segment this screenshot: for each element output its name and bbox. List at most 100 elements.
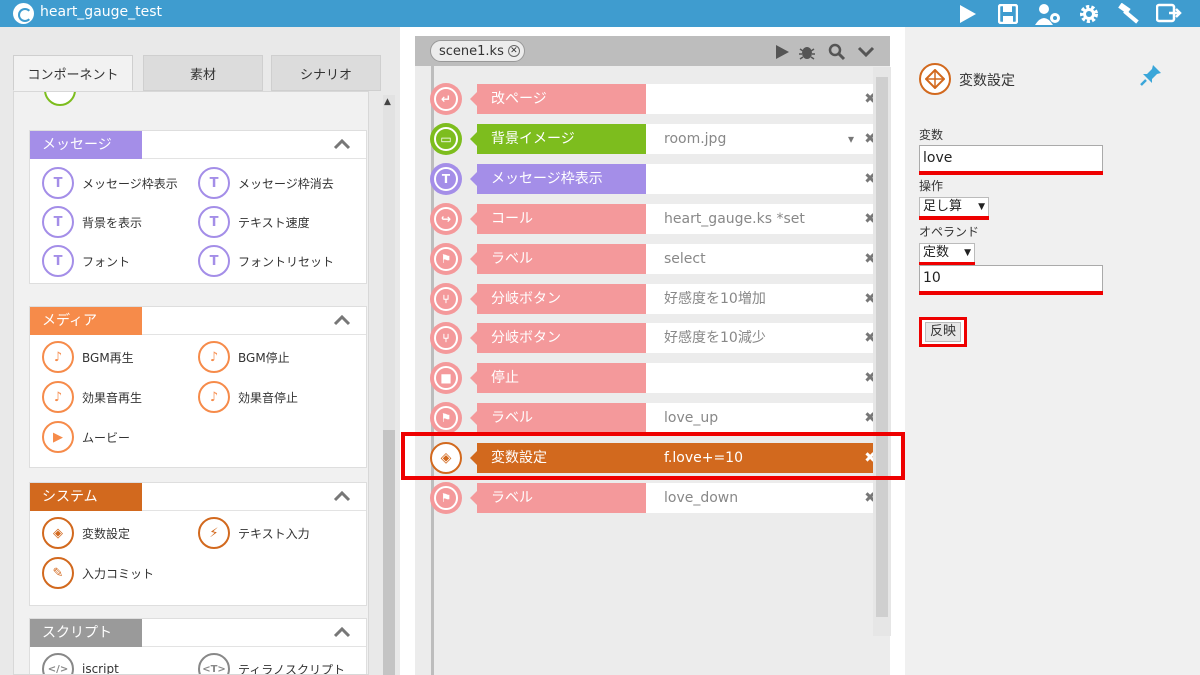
scene-row[interactable]: T メッセージ枠表示 ✖ <box>430 163 890 195</box>
operation-select[interactable]: 足し算 ▼ <box>919 197 989 217</box>
scene-row[interactable]: ▭ 背景イメージ room.jpg ▾ ✖ <box>430 123 890 155</box>
category-system: システム ◈ 変数設定 ⚡ テキスト入力 ✎ 入力コミット <box>29 482 367 606</box>
annotation-underline <box>919 216 989 220</box>
user-settings-icon[interactable] <box>1035 1 1061 27</box>
panel-title: 変数設定 <box>959 73 1015 89</box>
scene-row[interactable]: ↵ 改ページ ✖ <box>430 83 890 115</box>
scene-row[interactable]: ↪ コール heart_gauge.ks *set ✖ <box>430 203 890 235</box>
category-title: メッセージ <box>30 131 142 159</box>
code-icon: </> <box>42 653 74 674</box>
component-item[interactable]: T フォントリセット <box>198 245 334 277</box>
close-icon[interactable]: ✕ <box>507 45 520 57</box>
scene-row[interactable]: ⑂ 分岐ボタン 好感度を10増加 ✖ <box>430 283 890 315</box>
scene-row[interactable]: ⚑ ラベル select ✖ <box>430 243 890 275</box>
scene-tab[interactable]: scene1.ks ✕ <box>430 40 525 62</box>
category-media: メディア ♪ BGM再生 ♪ BGM停止 ♪ 効果音再生 ♪ 効果音停止 ▶ ム… <box>29 306 367 468</box>
operand-type-select[interactable]: 定数 ▼ <box>919 243 975 263</box>
app-title: heart_gauge_test <box>40 4 163 20</box>
gear-icon[interactable] <box>1076 1 1102 27</box>
pin-icon[interactable] <box>1139 63 1163 87</box>
stop-icon: ■ <box>430 362 462 394</box>
save-icon[interactable] <box>995 1 1021 27</box>
scroll-up-icon[interactable]: ▲ <box>384 97 391 107</box>
component-item[interactable]: ♪ 効果音再生 <box>42 381 142 413</box>
scene-header: scene1.ks ✕ <box>415 36 890 66</box>
component-item[interactable]: ♪ 効果音停止 <box>198 381 298 413</box>
search-icon[interactable] <box>828 43 846 61</box>
flag-icon: ⚑ <box>430 243 462 275</box>
component-item[interactable]: T メッセージ枠消去 <box>198 167 334 199</box>
category-script: スクリプト </> iscript <T> ティラノスクリプト <box>29 618 367 674</box>
chevron-down-icon[interactable]: ▾ <box>848 124 854 154</box>
scrollbar-thumb[interactable] <box>876 77 888 617</box>
scene-row[interactable]: ⑂ 分岐ボタン 好感度を10減少 ✖ <box>430 322 890 354</box>
component-item[interactable]: </> iscript <box>42 653 119 674</box>
chevron-up-icon[interactable] <box>332 134 352 154</box>
apply-button-highlight: 反映 <box>919 317 967 347</box>
title-bar: heart_gauge_test <box>0 0 1200 27</box>
annotation-underline <box>919 291 1103 295</box>
play-icon[interactable] <box>954 1 980 27</box>
palette-scrollbar[interactable]: ▲ <box>383 95 395 675</box>
text-speed-icon: T <box>198 206 230 238</box>
scene-scrollbar[interactable] <box>873 67 891 636</box>
chevron-down-icon[interactable] <box>857 43 875 61</box>
component-item[interactable]: T テキスト速度 <box>198 206 310 238</box>
component-item[interactable]: ✎ 入力コミット <box>42 557 154 589</box>
bug-icon[interactable] <box>798 43 816 61</box>
scene-row[interactable]: ⚑ ラベル love_down ✖ <box>430 482 890 514</box>
chevron-up-icon[interactable] <box>332 622 352 642</box>
se-play-icon: ♪ <box>42 381 74 413</box>
play-icon[interactable] <box>773 43 791 61</box>
scene-editor: scene1.ks ✕ ↵ 改ページ ✖ ▭ 背景イメージ room.jpg ▾… <box>400 27 905 675</box>
tab-components[interactable]: コンポーネント <box>13 55 133 91</box>
scene-row[interactable]: ■ 停止 ✖ <box>430 362 890 394</box>
component-item[interactable]: T 背景を表示 <box>42 206 142 238</box>
category-title: システム <box>30 483 142 511</box>
bgm-play-icon: ♪ <box>42 341 74 373</box>
component-palette: メッセージ T メッセージ枠表示 T メッセージ枠消去 T 背景を表示 T テキ… <box>13 91 369 675</box>
scene-timeline: ↵ 改ページ ✖ ▭ 背景イメージ room.jpg ▾ ✖ T メッセージ枠表… <box>415 66 890 675</box>
category-message: メッセージ T メッセージ枠表示 T メッセージ枠消去 T 背景を表示 T テキ… <box>29 130 367 284</box>
operand-input[interactable]: 10 <box>919 265 1103 292</box>
category-title: スクリプト <box>30 619 142 647</box>
chevron-up-icon[interactable] <box>332 486 352 506</box>
component-item[interactable]: ⚡ テキスト入力 <box>198 517 310 549</box>
apply-button[interactable]: 反映 <box>925 322 961 342</box>
component-item[interactable]: ♪ BGM停止 <box>198 341 290 373</box>
variable-label: 変数 <box>919 128 944 142</box>
component-panel: コンポーネント 素材 シナリオ メッセージ T メッセージ枠表示 T メッセージ… <box>0 27 400 675</box>
flag-icon: ⚑ <box>430 482 462 514</box>
dropdown-arrow-icon: ▼ <box>978 202 985 212</box>
app-logo-icon <box>13 3 34 24</box>
tab-assets[interactable]: 素材 <box>143 55 263 91</box>
branch-icon: ⑂ <box>430 322 462 354</box>
tag-t-icon: <T> <box>198 653 230 674</box>
plug-icon: ✎ <box>42 557 74 589</box>
component-item[interactable]: <T> ティラノスクリプト <box>198 653 345 674</box>
image-icon: ▭ <box>430 123 462 155</box>
tab-scenario[interactable]: シナリオ <box>271 55 381 91</box>
scene-row[interactable]: ⚑ ラベル love_up ✖ <box>430 402 890 434</box>
panel-tabs: コンポーネント 素材 シナリオ <box>13 55 381 91</box>
chevron-up-icon[interactable] <box>332 310 352 330</box>
scrollbar-thumb[interactable] <box>383 430 395 675</box>
component-item[interactable]: ▶ ムービー <box>42 421 130 453</box>
export-icon[interactable] <box>1156 1 1182 27</box>
flag-icon: ⚑ <box>430 402 462 434</box>
variable-icon: ◈ <box>42 517 74 549</box>
variable-icon <box>919 63 951 95</box>
variable-input[interactable]: love <box>919 145 1103 172</box>
eye-letter-icon: T <box>430 163 462 195</box>
dropdown-arrow-icon: ▼ <box>964 248 971 258</box>
lightning-icon: ⚡ <box>198 517 230 549</box>
component-item[interactable]: T フォント <box>42 245 130 277</box>
component-item[interactable]: ♪ BGM再生 <box>42 341 134 373</box>
component-item[interactable]: T メッセージ枠表示 <box>42 167 178 199</box>
operation-label: 操作 <box>919 179 944 193</box>
property-panel: 変数設定 変数 love 操作 足し算 ▼ オペランド 定数 ▼ 10 反映 <box>905 27 1200 675</box>
bgm-stop-icon: ♪ <box>198 341 230 373</box>
hammer-icon[interactable] <box>1116 1 1142 27</box>
font-icon: T <box>42 245 74 277</box>
component-item[interactable]: ◈ 変数設定 <box>42 517 130 549</box>
